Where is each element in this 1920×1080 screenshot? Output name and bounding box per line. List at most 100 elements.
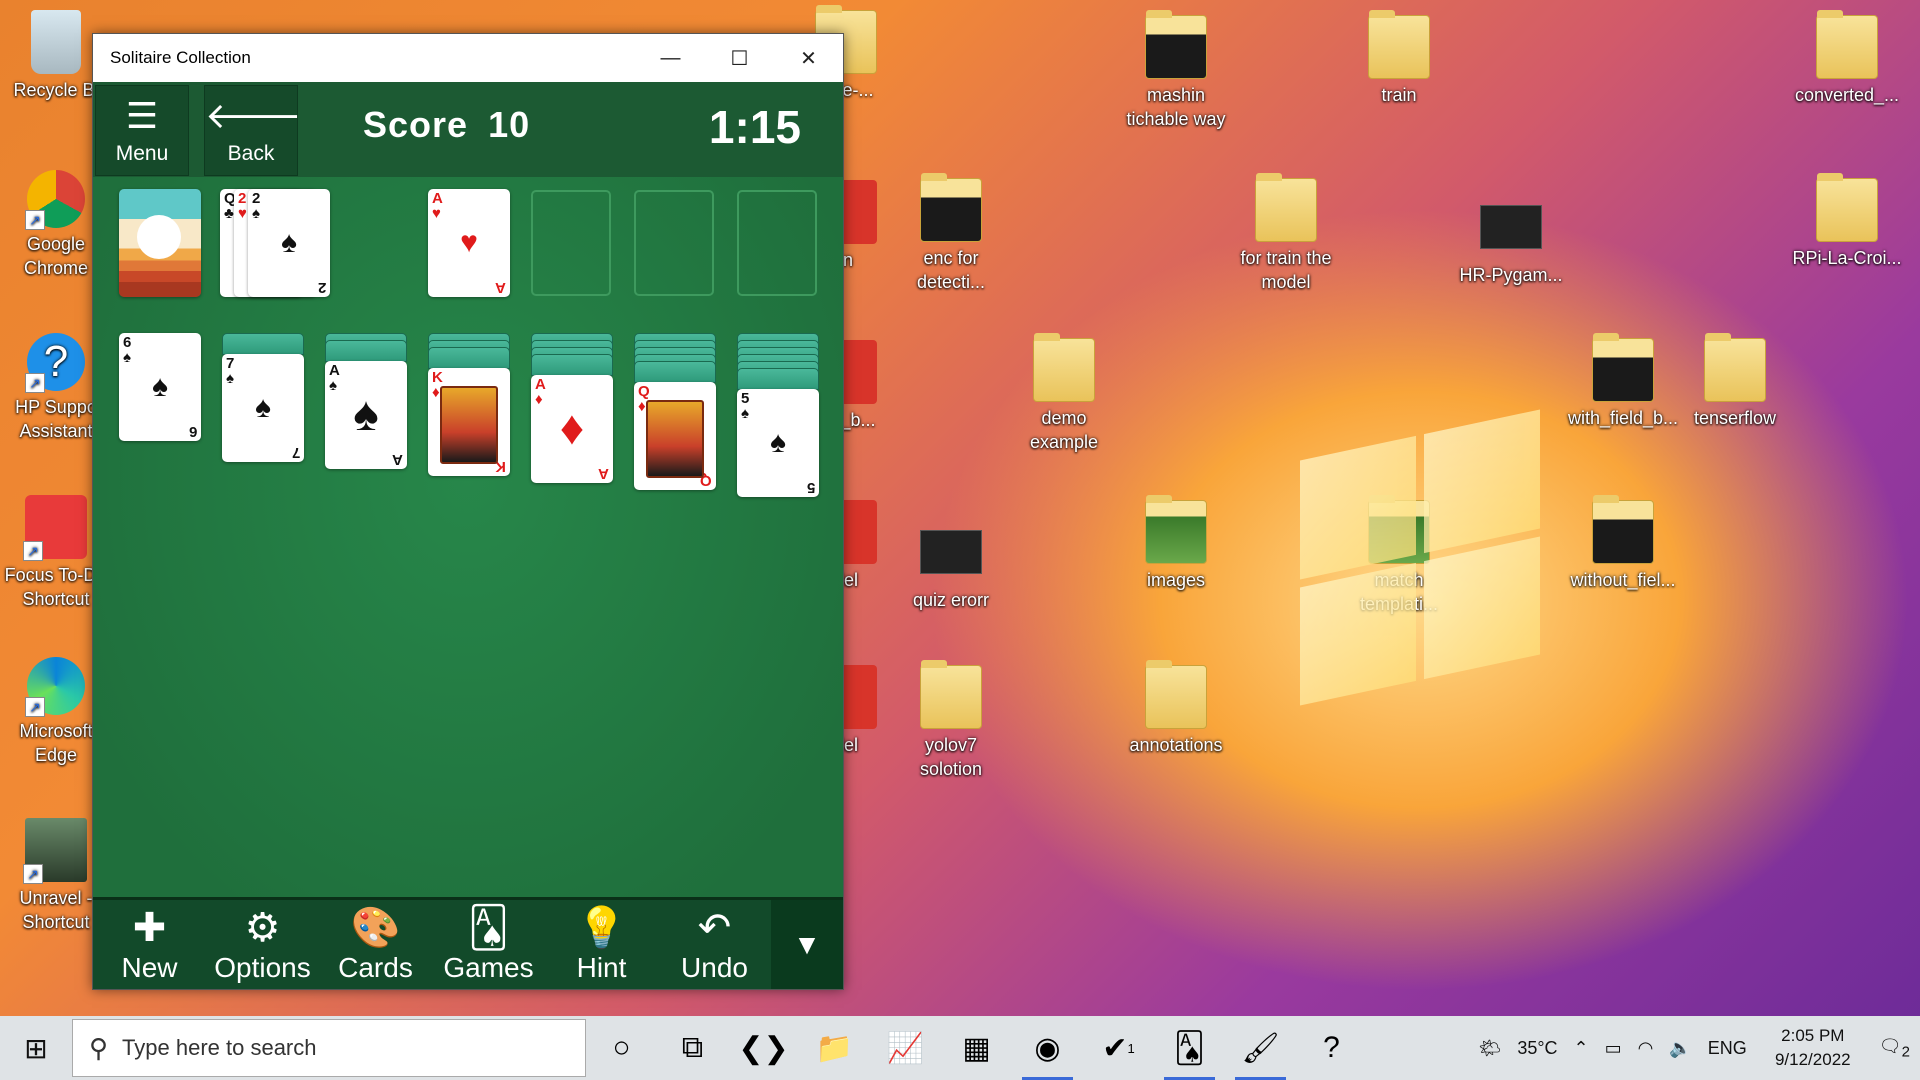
volume-icon[interactable]: 🔈	[1669, 1038, 1691, 1059]
game-toolbar: ✚ New ⚙ Options 🎨 Cards 🂡 Games 💡 Hint ↶ Undo ▼	[93, 897, 843, 989]
focus-todo-icon	[23, 495, 87, 561]
desktop-icon[interactable]: mashin tichable way	[1120, 10, 1232, 131]
hint-button[interactable]: 💡 Hint	[545, 900, 658, 989]
desktop-icon[interactable]: yolov7 solotion	[895, 660, 1007, 781]
score-value: 10	[488, 104, 531, 145]
maximize-button[interactable]: ☐	[705, 34, 774, 82]
sunset-card-back	[137, 215, 181, 259]
badge-count: 1	[1127, 1040, 1135, 1056]
foundation-slot[interactable]	[634, 190, 714, 296]
cards-label: Cards	[338, 952, 413, 983]
card-rank: A	[392, 451, 403, 468]
chevron-down-icon: ▼	[793, 928, 821, 960]
clock[interactable]: 2:05 PM 9/12/2022	[1763, 1024, 1863, 1072]
new-icon: ✚	[132, 906, 167, 950]
help-icon: ?	[25, 333, 85, 393]
desktop-icon[interactable]: demo example	[1008, 333, 1120, 454]
language-indicator[interactable]: ENG	[1708, 1038, 1747, 1059]
playing-card[interactable]: Q ♦ Q	[634, 382, 716, 490]
playing-card[interactable]: A ♦ A ♦	[531, 375, 613, 483]
desktop-icon-label: without_fiel...	[1570, 570, 1676, 590]
search-box[interactable]: ⚲ Type here to search	[72, 1019, 586, 1077]
help-icon: ?	[1323, 1031, 1340, 1064]
desktop-icon[interactable]: train	[1343, 10, 1455, 107]
playing-card[interactable]: A ♠ A ♠	[325, 361, 407, 469]
card-rank: A	[598, 465, 609, 482]
start-button[interactable]: ⊞	[0, 1016, 72, 1080]
vscode-icon: ❮❯	[738, 1031, 789, 1065]
playing-card[interactable]: K ♦ K	[428, 368, 510, 476]
weather-temp[interactable]: 35°C	[1517, 1038, 1557, 1059]
card-center-suit-icon: ♠	[152, 370, 168, 403]
title-bar[interactable]: Solitaire Collection — ☐ ✕	[93, 34, 843, 82]
desktop-icon[interactable]: RPi-La-Croi...	[1791, 173, 1903, 270]
desktop-icon-label: yolov7 solotion	[919, 735, 983, 779]
game-board: Q♣Q♣2♥2♥2♠2♠A♥A♥6♠6♠7♠7♠A♠A♠K♦KA♦A♦Q♦Q5♠…	[93, 177, 843, 927]
minimize-button[interactable]: —	[636, 34, 705, 82]
hamburger-icon: ☰	[125, 95, 159, 136]
playing-card[interactable]: 7 ♠ 7 ♠	[222, 354, 304, 462]
solitaire-icon: 🂡	[1174, 1031, 1205, 1065]
menu-button[interactable]: ☰ Menu	[95, 85, 189, 176]
game-header: ☰ Menu 🡐 Back Score 10 1:15	[93, 82, 843, 177]
taskbar-task-view-button[interactable]: ⧉	[657, 1016, 728, 1080]
desktop-icon-label: mashin tichable way	[1126, 85, 1226, 129]
card-center-suit-icon: ♠	[770, 426, 786, 459]
search-placeholder: Type here to search	[122, 1035, 317, 1060]
weather-icon[interactable]: 🌤	[1478, 1038, 1501, 1059]
playing-card[interactable]: 2 ♠ 2 ♠	[248, 189, 330, 297]
taskbar-paint-button[interactable]: 🖌	[1225, 1016, 1296, 1080]
close-button[interactable]: ✕	[774, 34, 843, 82]
taskbar-help-button[interactable]: ?	[1296, 1016, 1367, 1080]
taskbar-edge-button[interactable]: ◉	[1012, 1016, 1083, 1080]
desktop-icon[interactable]: HR-Pygam...	[1455, 195, 1567, 287]
court-card-art	[440, 386, 498, 464]
desktop-icon[interactable]: for train the model	[1230, 173, 1342, 294]
desktop-icon[interactable]: images	[1120, 495, 1232, 592]
playing-card[interactable]: 6 ♠ 6 ♠	[119, 333, 201, 441]
folder-icon	[1145, 10, 1207, 79]
folder-icon	[1145, 495, 1207, 564]
paint-icon: 🖌	[1241, 1031, 1280, 1065]
desktop-icon[interactable]: quiz erorr	[895, 520, 1007, 612]
desktop-icon[interactable]: without_fiel...	[1567, 495, 1679, 592]
taskbar-cortana-button[interactable]: ○	[586, 1016, 657, 1080]
edge-icon: ◉	[1034, 1031, 1061, 1065]
face-down-card	[634, 361, 716, 383]
taskbar-monitor-button[interactable]: 📈	[870, 1016, 941, 1080]
expand-toolbar-button[interactable]: ▼	[771, 900, 843, 989]
card-center-suit-icon: ♠	[255, 391, 271, 424]
playing-card[interactable]: A ♥ A ♥	[428, 189, 510, 297]
stock-pile[interactable]	[119, 189, 201, 297]
unravel-icon	[23, 818, 87, 884]
cards-button[interactable]: 🎨 Cards	[319, 900, 432, 989]
desktop-icon[interactable]: annotations	[1120, 660, 1232, 757]
desktop-icon[interactable]: enc for detecti...	[895, 173, 1007, 294]
face-down-card	[737, 368, 819, 390]
folder-icon	[920, 660, 982, 729]
desktop-icon[interactable]: converted_...	[1791, 10, 1903, 107]
undo-button[interactable]: ↶ Undo	[658, 900, 771, 989]
folder-icon	[1592, 333, 1654, 402]
system-tray: 🌤 35°C ⌃ ▭ ◠ 🔈 ENG 2:05 PM 9/12/2022 🗨2	[1478, 1024, 1920, 1072]
desktop-icon[interactable]: tenserflow	[1679, 333, 1791, 430]
chevron-up-icon[interactable]: ⌃	[1574, 1038, 1589, 1059]
taskbar-solitaire-button[interactable]: 🂡	[1154, 1016, 1225, 1080]
games-button[interactable]: 🂡 Games	[432, 900, 545, 989]
notifications-button[interactable]: 🗨2	[1879, 1036, 1910, 1061]
desktop-icon[interactable]: with_field_b...	[1567, 333, 1679, 430]
file-explorer-icon: 📁	[815, 1031, 854, 1065]
back-button[interactable]: 🡐 Back	[204, 85, 302, 176]
arrow-left-icon: 🡐	[205, 95, 302, 136]
taskbar-todo-button[interactable]: ✔ 1	[1083, 1016, 1154, 1080]
taskbar-file-explorer-button[interactable]: 📁	[799, 1016, 870, 1080]
taskbar-vscode-button[interactable]: ❮❯	[728, 1016, 799, 1080]
new-button[interactable]: ✚ New	[93, 900, 206, 989]
foundation-slot[interactable]	[531, 190, 611, 296]
playing-card[interactable]: 5 ♠ 5 ♠	[737, 389, 819, 497]
battery-icon[interactable]: ▭	[1605, 1038, 1622, 1059]
taskbar-store-button[interactable]: ▦	[941, 1016, 1012, 1080]
wifi-icon[interactable]: ◠	[1638, 1038, 1654, 1059]
options-button[interactable]: ⚙ Options	[206, 900, 319, 989]
foundation-slot[interactable]	[737, 190, 817, 296]
